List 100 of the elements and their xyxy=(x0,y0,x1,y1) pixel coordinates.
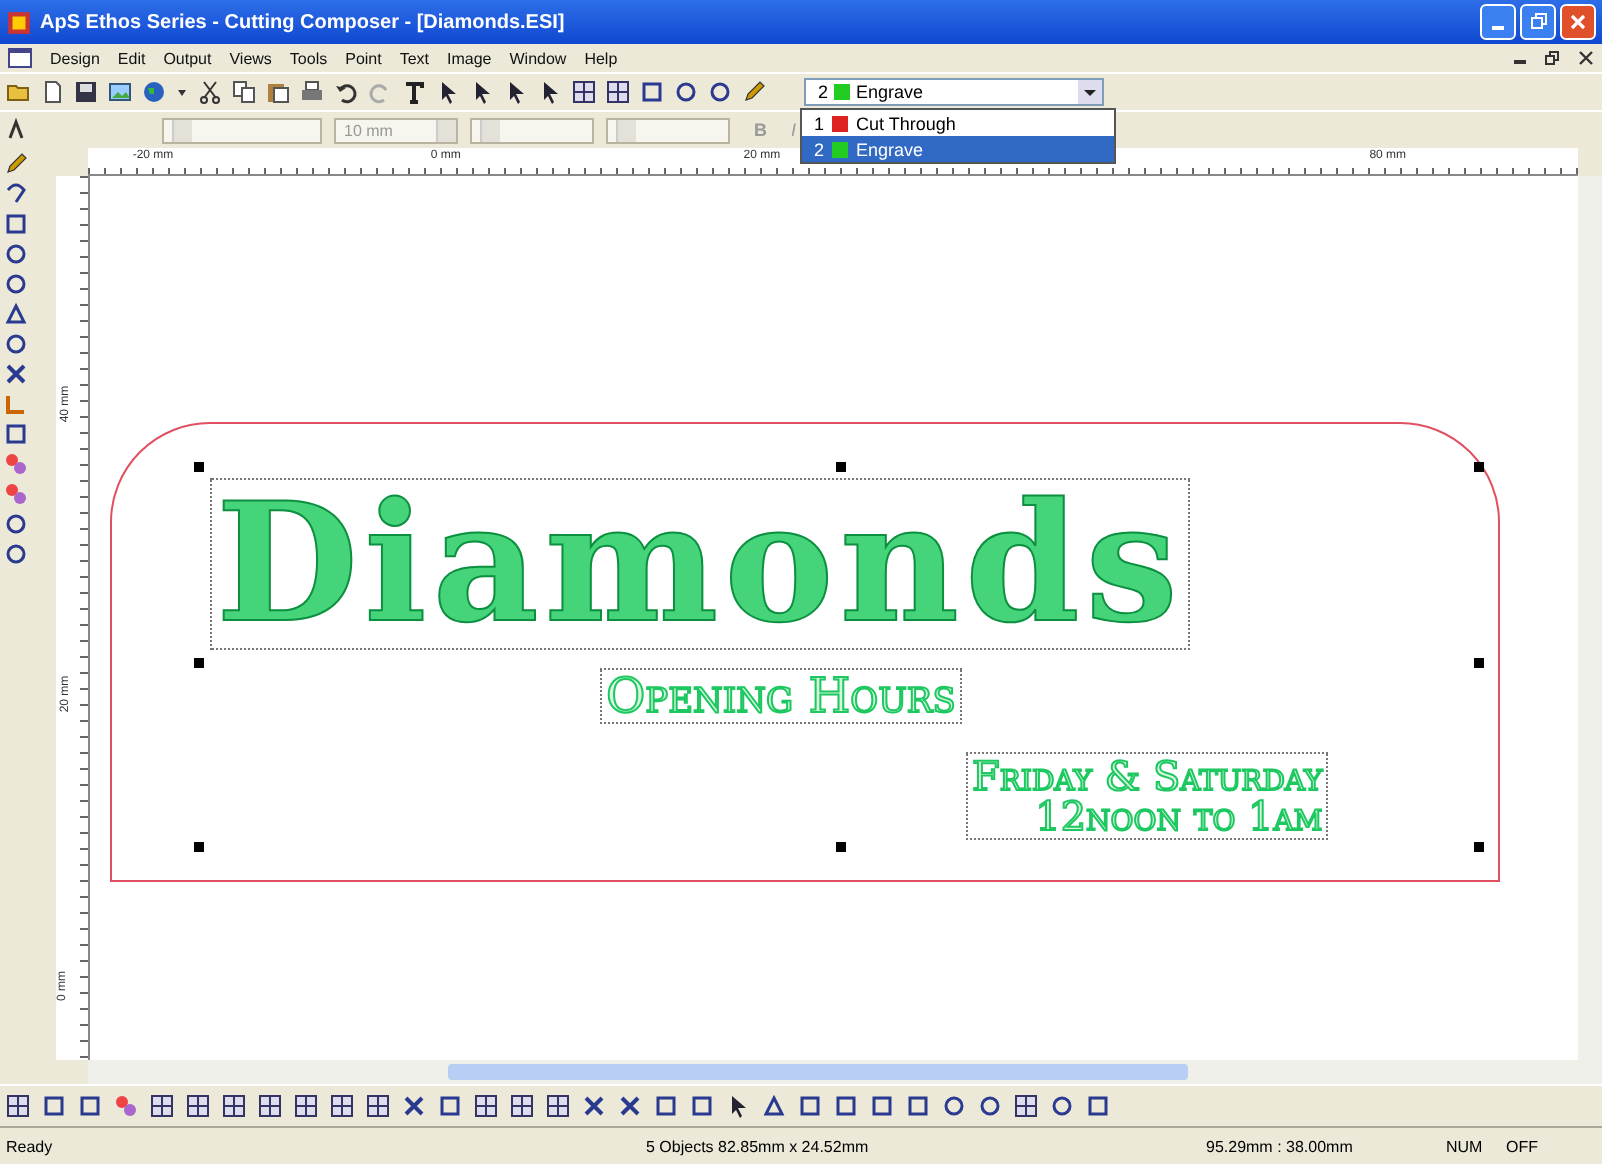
circle-icon[interactable] xyxy=(4,242,28,266)
cross-icon[interactable] xyxy=(4,362,28,386)
menu-item[interactable]: Image xyxy=(447,49,492,67)
close-button[interactable] xyxy=(1560,4,1596,40)
grid-icon[interactable] xyxy=(222,1094,246,1118)
text-tool-icon[interactable] xyxy=(402,80,426,104)
square-icon[interactable] xyxy=(1086,1094,1110,1118)
grid-icon[interactable] xyxy=(258,1094,282,1118)
grid-icon[interactable] xyxy=(366,1094,390,1118)
selection-handle[interactable] xyxy=(194,462,204,472)
horizontal-scrollbar[interactable] xyxy=(88,1060,1602,1084)
folder-icon[interactable] xyxy=(6,80,30,104)
menu-item[interactable]: Views xyxy=(229,49,272,67)
menu-item[interactable]: Window xyxy=(509,49,567,67)
selection-handle[interactable] xyxy=(194,842,204,852)
outline-text: Friday & Saturday xyxy=(972,756,1323,796)
square-icon[interactable] xyxy=(640,80,664,104)
close-icon[interactable] xyxy=(1578,50,1594,66)
dropdown-button[interactable] xyxy=(1078,80,1102,104)
minimize-button[interactable] xyxy=(1480,4,1516,40)
menu-item[interactable]: Point xyxy=(345,49,382,67)
circle-icon[interactable] xyxy=(1050,1094,1074,1118)
grid-icon[interactable] xyxy=(294,1094,318,1118)
square-icon[interactable] xyxy=(690,1094,714,1118)
grid-icon[interactable] xyxy=(572,80,596,104)
square-icon[interactable] xyxy=(438,1094,462,1118)
pointer-icon[interactable] xyxy=(470,80,494,104)
grid-icon[interactable] xyxy=(606,80,630,104)
triangle-icon[interactable] xyxy=(762,1094,786,1118)
layer-option[interactable]: 2 Engrave xyxy=(802,136,1114,162)
printer-icon[interactable] xyxy=(300,80,324,104)
selection-handle[interactable] xyxy=(836,462,846,472)
node-icon[interactable] xyxy=(4,452,28,476)
picture-icon[interactable] xyxy=(108,80,132,104)
square-icon[interactable] xyxy=(798,1094,822,1118)
node-icon[interactable] xyxy=(4,482,28,506)
grid-icon[interactable] xyxy=(6,1094,30,1118)
square-icon[interactable] xyxy=(78,1094,102,1118)
circle-icon[interactable] xyxy=(4,512,28,536)
triangle-icon[interactable] xyxy=(4,302,28,326)
circle-icon[interactable] xyxy=(978,1094,1002,1118)
globe-icon[interactable] xyxy=(142,80,166,104)
scrollbar-thumb[interactable] xyxy=(448,1064,1188,1080)
selection-handle[interactable] xyxy=(836,842,846,852)
grid-icon[interactable] xyxy=(186,1094,210,1118)
vertical-scrollbar[interactable] xyxy=(1578,176,1602,1060)
menu-item[interactable]: Tools xyxy=(289,49,328,67)
selection-handle[interactable] xyxy=(1474,462,1484,472)
grid-icon[interactable] xyxy=(474,1094,498,1118)
spacing-field[interactable] xyxy=(470,117,594,143)
square-icon[interactable] xyxy=(4,422,28,446)
square-icon[interactable] xyxy=(42,1094,66,1118)
circle-icon[interactable] xyxy=(4,332,28,356)
pointer-icon[interactable] xyxy=(436,80,460,104)
restore-icon[interactable] xyxy=(1544,50,1560,66)
grid-icon[interactable] xyxy=(546,1094,570,1118)
pointer-icon[interactable] xyxy=(504,80,528,104)
square-icon[interactable] xyxy=(834,1094,858,1118)
clipboard-icon[interactable] xyxy=(266,80,290,104)
square-icon[interactable] xyxy=(906,1094,930,1118)
menu-item[interactable]: Text xyxy=(399,49,430,67)
pencil-icon[interactable] xyxy=(4,152,28,176)
scissors-icon[interactable] xyxy=(198,80,222,104)
pointer-icon[interactable] xyxy=(538,80,562,104)
node-icon[interactable] xyxy=(114,1094,138,1118)
menu-item[interactable]: Output xyxy=(163,49,212,67)
pencil-icon[interactable] xyxy=(742,80,766,104)
maximize-button[interactable] xyxy=(1520,4,1556,40)
circle-icon[interactable] xyxy=(942,1094,966,1118)
selection-handle[interactable] xyxy=(194,658,204,668)
circle-icon[interactable] xyxy=(674,80,698,104)
grid-icon[interactable] xyxy=(510,1094,534,1118)
grid-icon[interactable] xyxy=(330,1094,354,1118)
curve-icon[interactable] xyxy=(4,182,28,206)
grid-icon[interactable] xyxy=(1014,1094,1038,1118)
pointer-icon[interactable] xyxy=(726,1094,750,1118)
circle-icon[interactable] xyxy=(708,80,732,104)
selection-handle[interactable] xyxy=(1474,842,1484,852)
menu-item[interactable]: Help xyxy=(584,49,618,67)
cross-icon[interactable] xyxy=(582,1094,606,1118)
cross-icon[interactable] xyxy=(402,1094,426,1118)
spacing-field[interactable] xyxy=(606,117,730,143)
square-icon[interactable] xyxy=(654,1094,678,1118)
layer-option[interactable]: 1 Cut Through xyxy=(802,110,1114,136)
menu-item[interactable]: Design xyxy=(50,49,100,67)
window-title: ApS Ethos Series - Cutting Composer - [Diamonds.ESI] xyxy=(40,11,567,33)
page-icon[interactable] xyxy=(40,80,64,104)
document-icon xyxy=(8,48,32,68)
grid-icon[interactable] xyxy=(150,1094,174,1118)
square-icon[interactable] xyxy=(870,1094,894,1118)
minimize-icon xyxy=(1492,26,1504,30)
cross-icon[interactable] xyxy=(618,1094,642,1118)
layer-number: 1 xyxy=(814,113,825,133)
selection-handle[interactable] xyxy=(1474,658,1484,668)
copy-icon[interactable] xyxy=(232,80,256,104)
undo-icon[interactable] xyxy=(334,80,358,104)
menu-item[interactable]: Edit xyxy=(117,49,146,67)
circle-icon[interactable] xyxy=(4,272,28,296)
square-icon[interactable] xyxy=(4,212,28,236)
circle-icon[interactable] xyxy=(4,542,28,566)
